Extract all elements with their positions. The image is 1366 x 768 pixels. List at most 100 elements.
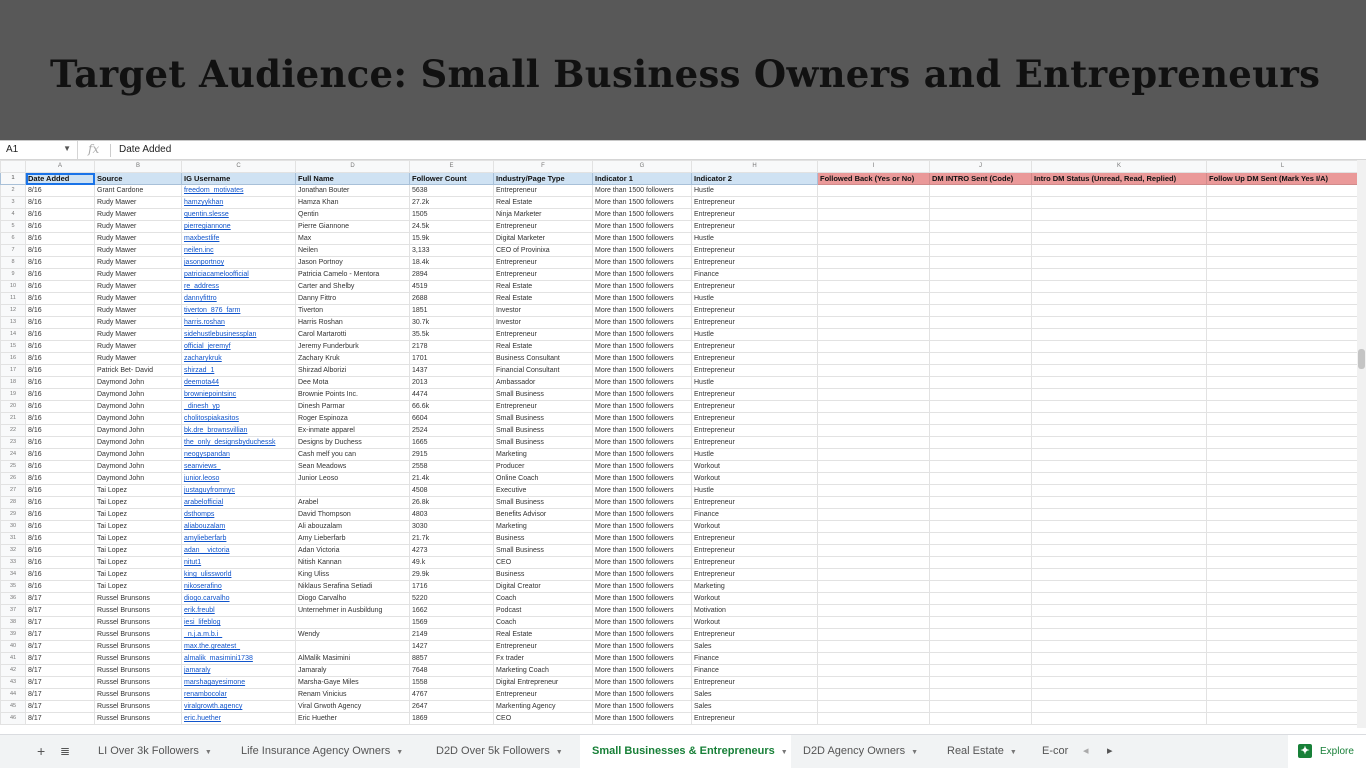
chevron-down-icon[interactable]: ▼ — [205, 749, 212, 756]
table-cell[interactable]: Producer — [493, 460, 593, 473]
table-cell[interactable] — [1031, 328, 1207, 341]
table-cell[interactable] — [295, 640, 410, 653]
header-cell[interactable]: Source — [94, 172, 182, 185]
table-cell[interactable]: Entrepreneur — [691, 196, 818, 209]
table-cell[interactable]: 1665 — [409, 436, 494, 449]
table-cell[interactable]: 21.4k — [409, 472, 494, 485]
table-cell[interactable]: More than 1500 followers — [592, 424, 692, 437]
table-cell[interactable] — [929, 448, 1032, 461]
table-cell[interactable]: 8/16 — [25, 292, 95, 305]
table-cell[interactable] — [929, 460, 1032, 473]
ig-username-link[interactable]: quentin.slesse — [181, 208, 296, 221]
table-cell[interactable]: Entrepreneur — [691, 556, 818, 569]
table-cell[interactable]: Entrepreneur — [691, 532, 818, 545]
table-cell[interactable] — [1031, 400, 1207, 413]
table-cell[interactable] — [1206, 364, 1359, 377]
plus-icon[interactable]: + — [37, 735, 45, 768]
table-cell[interactable] — [929, 592, 1032, 605]
table-cell[interactable]: More than 1500 followers — [592, 652, 692, 665]
table-cell[interactable] — [817, 568, 930, 581]
table-cell[interactable] — [817, 652, 930, 665]
table-cell[interactable]: 8/17 — [25, 628, 95, 641]
table-cell[interactable] — [817, 376, 930, 389]
column-header[interactable]: C — [181, 160, 296, 173]
table-cell[interactable]: More than 1500 followers — [592, 544, 692, 557]
row-number[interactable]: 2 — [0, 184, 26, 197]
table-cell[interactable]: 4474 — [409, 388, 494, 401]
table-cell[interactable] — [1031, 700, 1207, 713]
table-cell[interactable]: Investor — [493, 316, 593, 329]
row-number[interactable]: 35 — [0, 580, 26, 593]
table-cell[interactable]: Jonathan Bouter — [295, 184, 410, 197]
table-cell[interactable]: Hustle — [691, 448, 818, 461]
header-cell[interactable]: Date Added — [25, 172, 95, 185]
chevron-down-icon[interactable]: ▼ — [781, 749, 788, 756]
table-cell[interactable] — [929, 484, 1032, 497]
ig-username-link[interactable]: dsthomps — [181, 508, 296, 521]
table-cell[interactable] — [1206, 496, 1359, 509]
table-cell[interactable] — [1206, 340, 1359, 353]
row-number[interactable]: 43 — [0, 676, 26, 689]
table-cell[interactable]: Daymond John — [94, 376, 182, 389]
table-cell[interactable]: Entrepreneur — [691, 256, 818, 269]
table-cell[interactable]: Max — [295, 232, 410, 245]
table-cell[interactable]: 8/16 — [25, 280, 95, 293]
chevron-down-icon[interactable]: ▼ — [396, 749, 403, 756]
table-cell[interactable]: 2688 — [409, 292, 494, 305]
table-cell[interactable] — [1031, 424, 1207, 437]
table-cell[interactable]: Rudy Mawer — [94, 316, 182, 329]
ig-username-link[interactable]: harris.roshan — [181, 316, 296, 329]
table-cell[interactable]: Workout — [691, 592, 818, 605]
table-cell[interactable] — [929, 640, 1032, 653]
table-cell[interactable] — [1206, 616, 1359, 629]
table-cell[interactable] — [817, 676, 930, 689]
table-cell[interactable]: 66.6k — [409, 400, 494, 413]
table-cell[interactable]: Rudy Mawer — [94, 232, 182, 245]
ig-username-link[interactable]: amylieberfarb — [181, 532, 296, 545]
table-cell[interactable] — [817, 580, 930, 593]
header-cell[interactable]: Full Name — [295, 172, 410, 185]
table-cell[interactable] — [1031, 484, 1207, 497]
ig-username-link[interactable]: sidehustlebusinessplan — [181, 328, 296, 341]
table-cell[interactable]: 1505 — [409, 208, 494, 221]
table-cell[interactable]: 8/16 — [25, 424, 95, 437]
table-cell[interactable] — [1031, 676, 1207, 689]
table-cell[interactable] — [1206, 232, 1359, 245]
table-cell[interactable] — [929, 700, 1032, 713]
table-cell[interactable] — [817, 664, 930, 677]
table-cell[interactable] — [1031, 592, 1207, 605]
row-number[interactable]: 21 — [0, 412, 26, 425]
table-cell[interactable]: Tai Lopez — [94, 580, 182, 593]
table-cell[interactable]: More than 1500 followers — [592, 628, 692, 641]
table-cell[interactable] — [1206, 532, 1359, 545]
ig-username-link[interactable]: iesi_lifeblog — [181, 616, 296, 629]
sheet-tab[interactable]: D2D Agency Owners ▼ — [791, 735, 935, 768]
table-cell[interactable]: Financial Consultant — [493, 364, 593, 377]
table-cell[interactable]: 18.4k — [409, 256, 494, 269]
table-cell[interactable]: Small Business — [493, 412, 593, 425]
ig-username-link[interactable]: cholitospiakasitos — [181, 412, 296, 425]
row-number[interactable]: 26 — [0, 472, 26, 485]
header-cell[interactable]: Intro DM Status (Unread, Read, Replied) — [1031, 172, 1207, 185]
table-cell[interactable] — [1031, 268, 1207, 281]
table-cell[interactable]: Entrepreneur — [691, 316, 818, 329]
ig-username-link[interactable]: neogyspandan — [181, 448, 296, 461]
table-cell[interactable]: 4519 — [409, 280, 494, 293]
table-cell[interactable]: Entrepreneur — [691, 568, 818, 581]
table-cell[interactable]: Entrepreneur — [691, 388, 818, 401]
table-cell[interactable]: 8/16 — [25, 544, 95, 557]
row-number[interactable]: 13 — [0, 316, 26, 329]
table-cell[interactable]: 8/16 — [25, 184, 95, 197]
table-cell[interactable]: 8/16 — [25, 580, 95, 593]
table-cell[interactable]: Fx trader — [493, 652, 593, 665]
table-cell[interactable]: Patrick Bet- David — [94, 364, 182, 377]
table-cell[interactable] — [1031, 496, 1207, 509]
table-cell[interactable]: Entrepreneur — [493, 184, 593, 197]
table-cell[interactable] — [1206, 388, 1359, 401]
table-cell[interactable]: 26.8k — [409, 496, 494, 509]
table-cell[interactable] — [929, 304, 1032, 317]
table-cell[interactable]: Tai Lopez — [94, 484, 182, 497]
table-cell[interactable]: Daymond John — [94, 436, 182, 449]
table-cell[interactable] — [1206, 268, 1359, 281]
table-cell[interactable]: Entrepreneur — [691, 712, 818, 725]
